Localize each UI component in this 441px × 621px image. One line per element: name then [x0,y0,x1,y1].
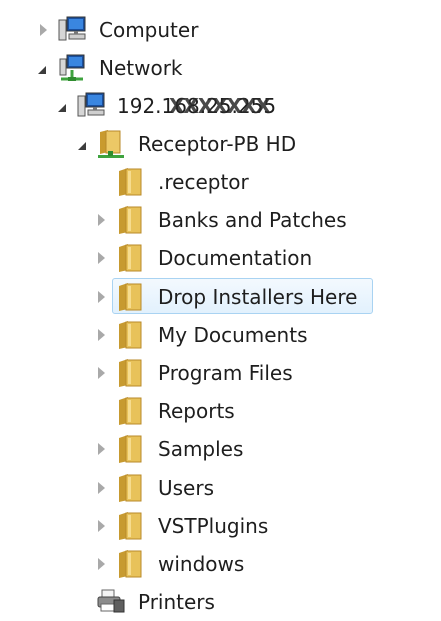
folder-icon [119,206,142,234]
tree-node-label: Reports [158,399,235,423]
tree-node-label: Receptor-PB HD [138,132,297,156]
tree-node-label: Program Files [158,361,293,385]
tree-node-share[interactable]: Receptor-PB HD [0,125,441,163]
collapse-arrow-icon[interactable] [58,104,66,112]
collapse-arrow-icon[interactable] [78,142,86,150]
tree-node-label: My Documents [158,323,308,347]
expand-arrow-icon[interactable] [98,443,105,455]
expand-arrow-icon[interactable] [98,558,105,570]
folder-icon [119,359,142,387]
tree-node-label: Banks and Patches [158,208,347,232]
tree-node-label: VSTPlugins [158,514,269,538]
tree-node-folder[interactable]: .receptor [0,163,441,201]
folder-icon [119,168,142,196]
tree-node-label: Computer [99,18,199,42]
expand-arrow-icon[interactable] [98,214,105,226]
tree-node-label: Documentation [158,246,313,270]
tree-node-folder[interactable]: Drop Installers Here [0,278,441,316]
tree-node-label: Printers [138,590,215,614]
redaction-overlay: XXXXXXX [169,94,271,118]
tree-node-folder[interactable]: My Documents [0,316,441,354]
folder-icon [119,474,142,502]
tree-node-folder[interactable]: Reports [0,392,441,430]
tree-node-folder[interactable]: Samples [0,430,441,468]
navigation-tree: Computer Network 192.168.25.255 XXXXXXX [0,0,441,621]
expand-arrow-icon[interactable] [98,291,105,303]
tree-node-folder[interactable]: windows [0,545,441,583]
shared-folder-icon [98,130,124,158]
tree-node-label: windows [158,552,245,576]
collapse-arrow-icon[interactable] [38,66,46,74]
folder-icon [119,283,142,311]
folder-icon [119,550,142,578]
tree-node-folder[interactable]: Banks and Patches [0,201,441,239]
tree-node-label: Samples [158,437,244,461]
folder-icon [119,244,142,272]
network-icon [59,54,85,81]
expand-arrow-icon[interactable] [98,367,105,379]
computer-icon [77,92,105,117]
tree-node-host[interactable]: 192.168.25.255 XXXXXXX [0,87,441,125]
folder-icon [119,512,142,540]
tree-node-label: Drop Installers Here [158,285,358,309]
tree-node-label: Users [158,476,215,500]
computer-icon [58,16,86,41]
expand-arrow-icon[interactable] [40,24,47,36]
tree-node-folder[interactable]: Documentation [0,239,441,277]
folder-icon [119,321,142,349]
tree-node-label: .receptor [158,170,249,194]
printer-icon [97,589,125,613]
tree-node-computer[interactable]: Computer [0,11,441,49]
expand-arrow-icon[interactable] [98,482,105,494]
expand-arrow-icon[interactable] [98,252,105,264]
folder-icon [119,397,142,425]
expand-arrow-icon[interactable] [98,520,105,532]
tree-node-folder[interactable]: Users [0,469,441,507]
expand-arrow-icon[interactable] [98,329,105,341]
tree-node-folder[interactable]: VSTPlugins [0,507,441,545]
tree-node-label: Network [99,56,183,80]
tree-node-folder[interactable]: Program Files [0,354,441,392]
tree-node-network[interactable]: Network [0,49,441,87]
tree-node-printers[interactable]: Printers [0,583,441,621]
folder-icon [119,435,142,463]
